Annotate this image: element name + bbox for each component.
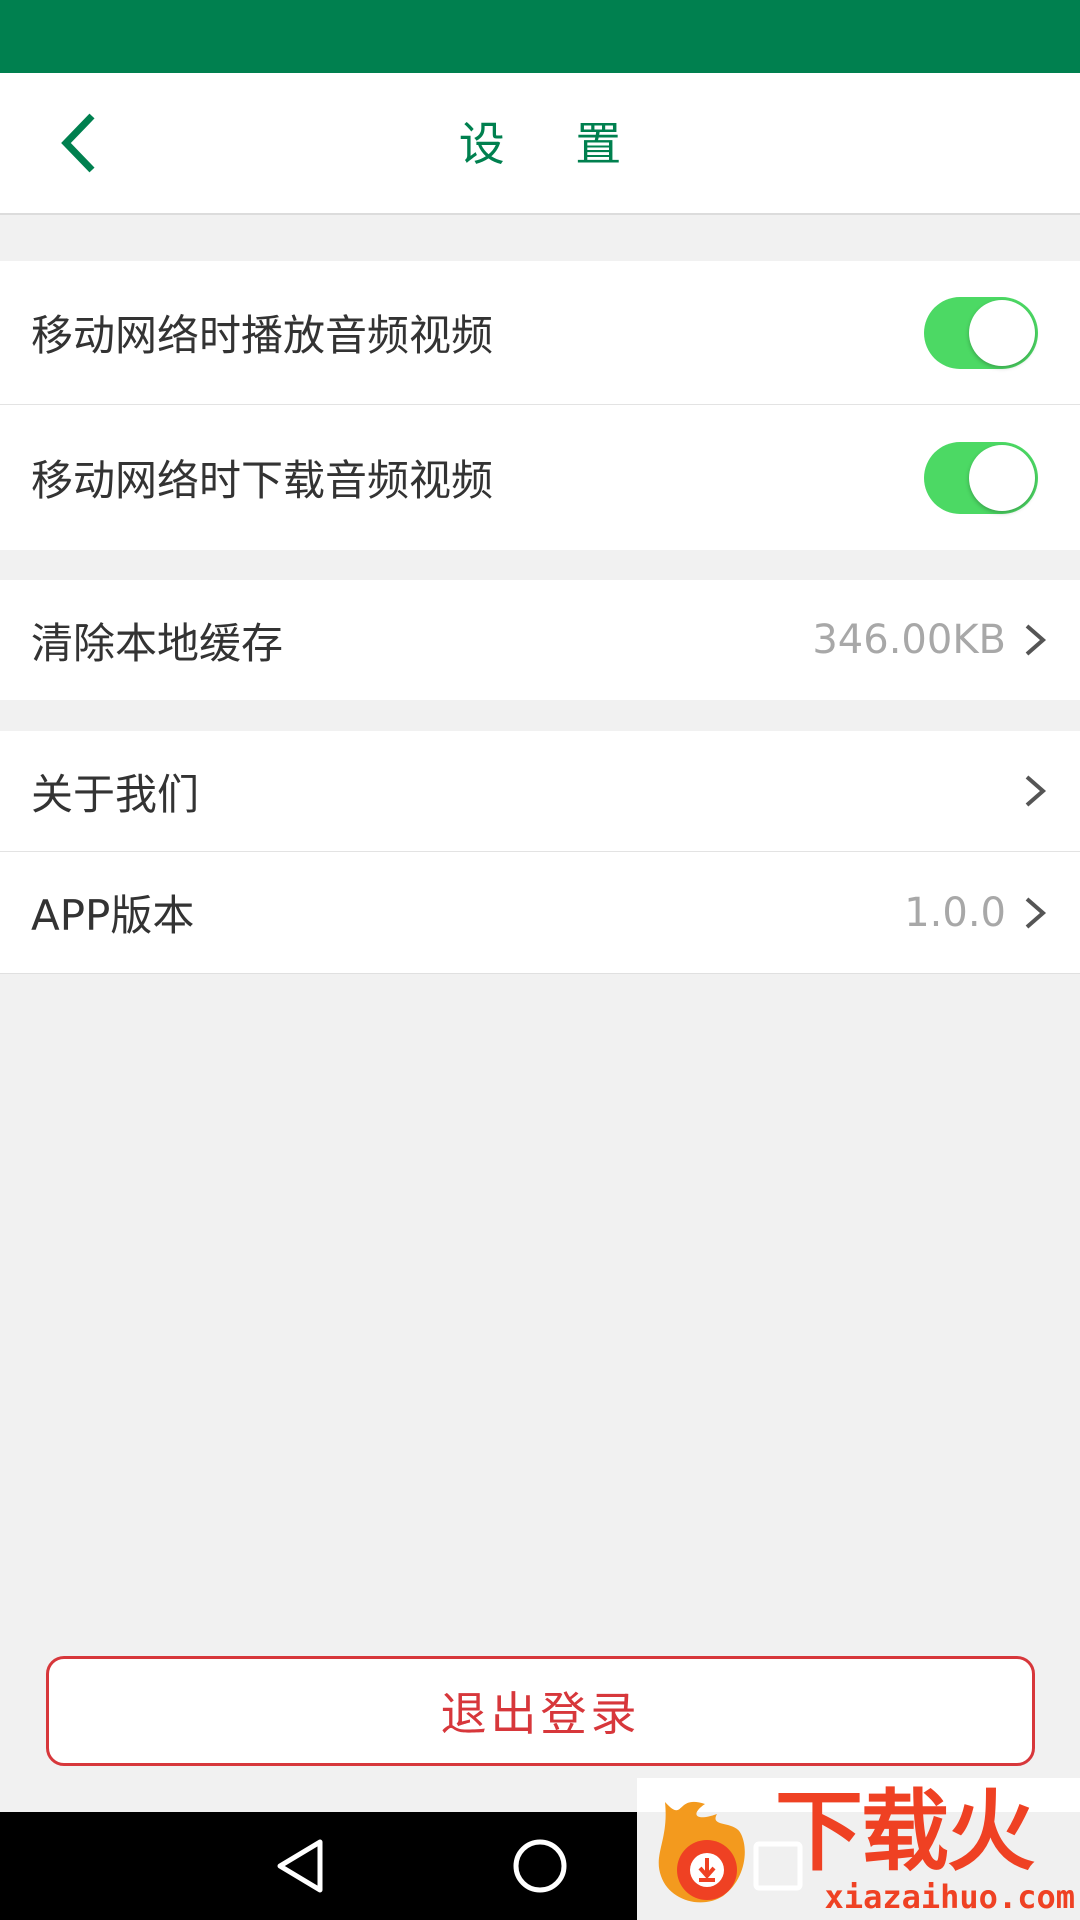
network-settings-group: 移动网络时播放音频视频 移动网络时下载音频视频: [0, 261, 1080, 550]
status-bar: [0, 0, 1080, 73]
cache-group: 清除本地缓存 346.00KB: [0, 580, 1080, 700]
nav-back-button[interactable]: [264, 1828, 340, 1904]
chevron-right-icon: [1014, 618, 1058, 662]
about-us-row[interactable]: 关于我们: [0, 731, 1080, 852]
setting-label: 移动网络时下载音频视频: [31, 456, 494, 505]
clear-cache-row[interactable]: 清除本地缓存 346.00KB: [0, 580, 1080, 700]
toggle-knob: [969, 444, 1035, 511]
play-on-mobile-toggle[interactable]: [924, 296, 1038, 369]
app-version-row[interactable]: APP版本 1.0.0: [0, 852, 1080, 973]
cache-size-value: 346.00KB: [812, 617, 1006, 663]
home-circle-icon: [513, 1839, 567, 1893]
app-version-value: 1.0.0: [904, 889, 1006, 936]
divider: [0, 973, 1080, 974]
back-triangle-icon: [277, 1839, 323, 1893]
clear-cache-label: 清除本地缓存: [31, 618, 284, 668]
watermark-brand-text: 下载火: [775, 1780, 1035, 1883]
about-us-label: 关于我们: [31, 769, 200, 819]
setting-label: 移动网络时播放音频视频: [31, 311, 494, 360]
title-bar: 设 置: [0, 73, 1080, 215]
setting-row-play-on-mobile: 移动网络时播放音频视频: [0, 261, 1080, 405]
watermark: 下载火 xiazaihuo.com: [637, 1778, 1080, 1920]
setting-row-download-on-mobile: 移动网络时下载音频视频: [0, 405, 1080, 550]
logout-button[interactable]: 退出登录: [46, 1656, 1035, 1766]
app-version-label: APP版本: [31, 891, 195, 940]
download-on-mobile-toggle[interactable]: [924, 441, 1038, 514]
toggle-knob: [969, 299, 1035, 366]
chevron-right-icon: [1014, 891, 1058, 935]
chevron-right-icon: [1014, 769, 1058, 813]
info-group: 关于我们 APP版本 1.0.0: [0, 731, 1080, 973]
nav-home-button[interactable]: [502, 1828, 578, 1904]
page-title: 设 置: [458, 117, 650, 171]
watermark-url: xiazaihuo.com: [824, 1878, 1075, 1916]
